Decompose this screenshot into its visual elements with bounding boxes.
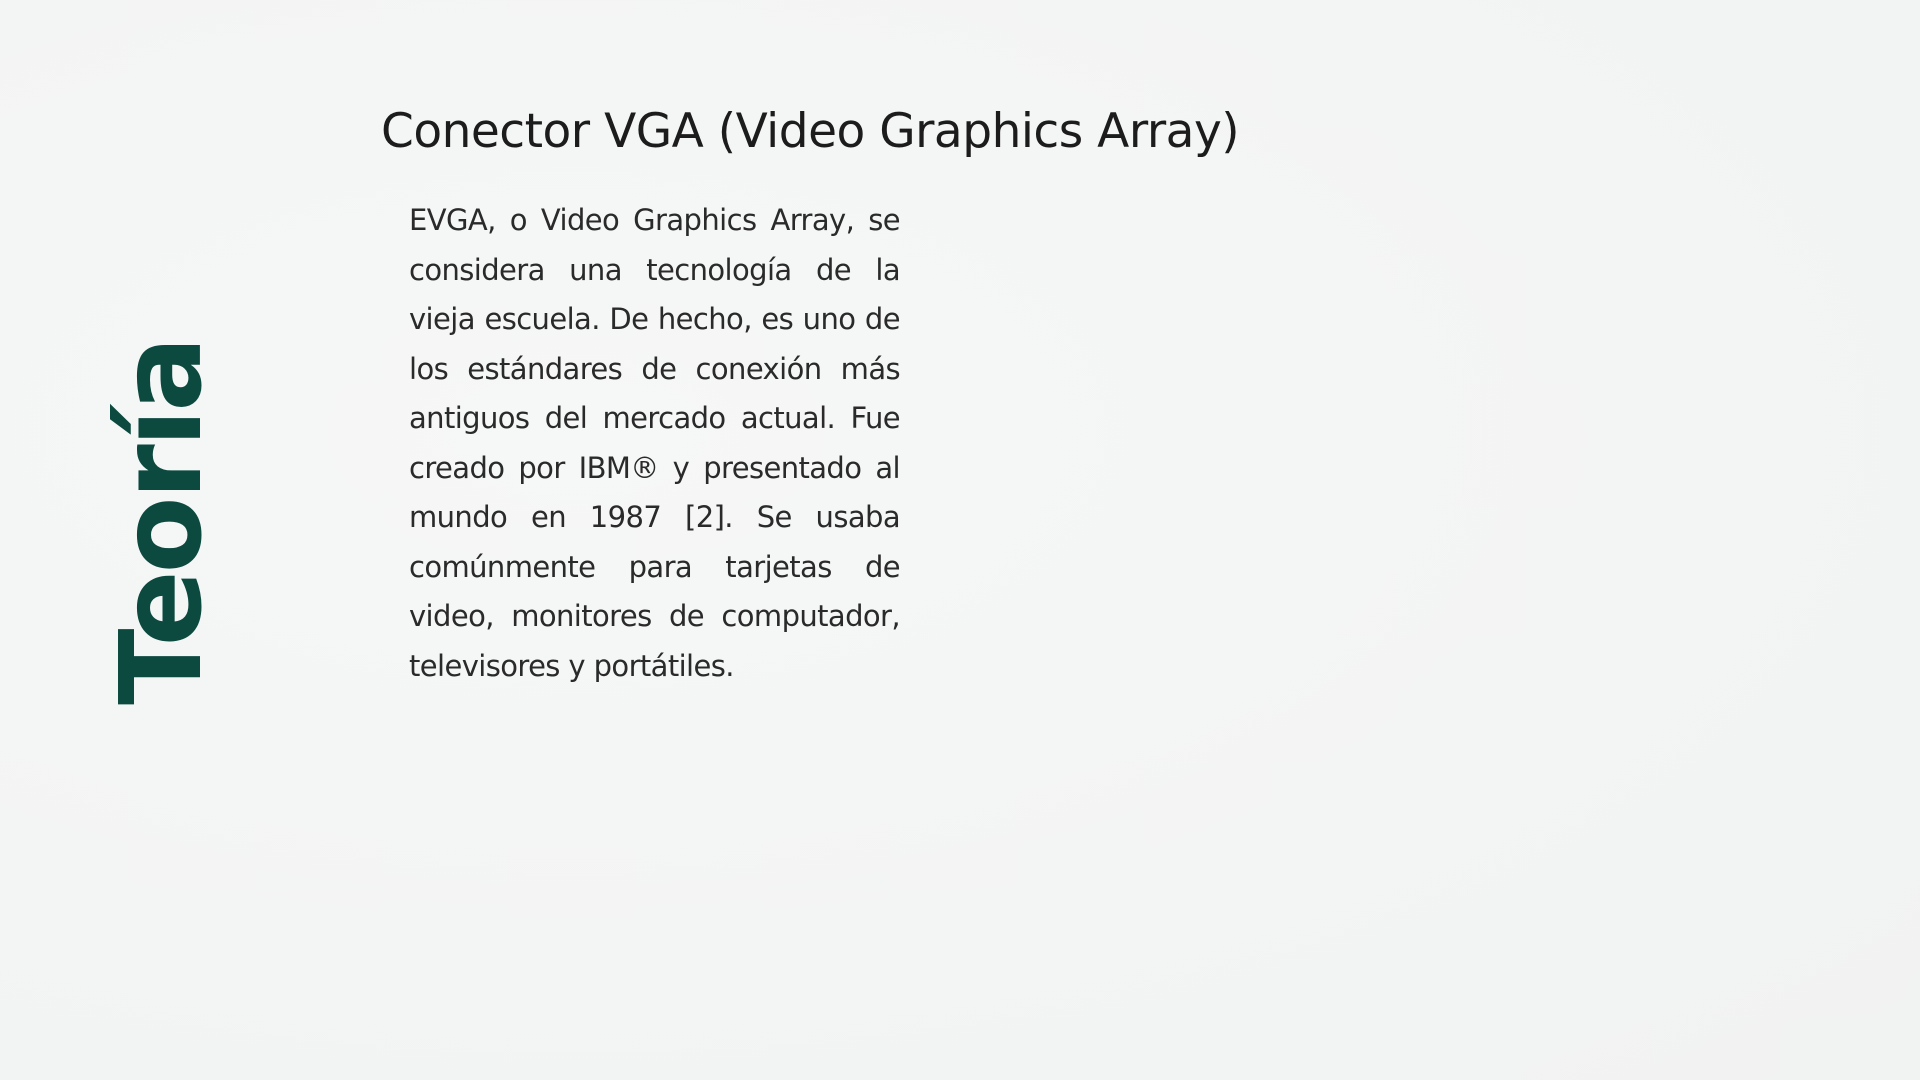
section-label: Teoría: [97, 339, 227, 705]
slide-title: Conector VGA (Video Graphics Array): [381, 104, 1240, 159]
body-paragraph: EVGA, o Video Graphics Array, se conside…: [409, 203, 901, 683]
slide: Teoría Conector VGA (Video Graphics Arra…: [0, 0, 1920, 1080]
